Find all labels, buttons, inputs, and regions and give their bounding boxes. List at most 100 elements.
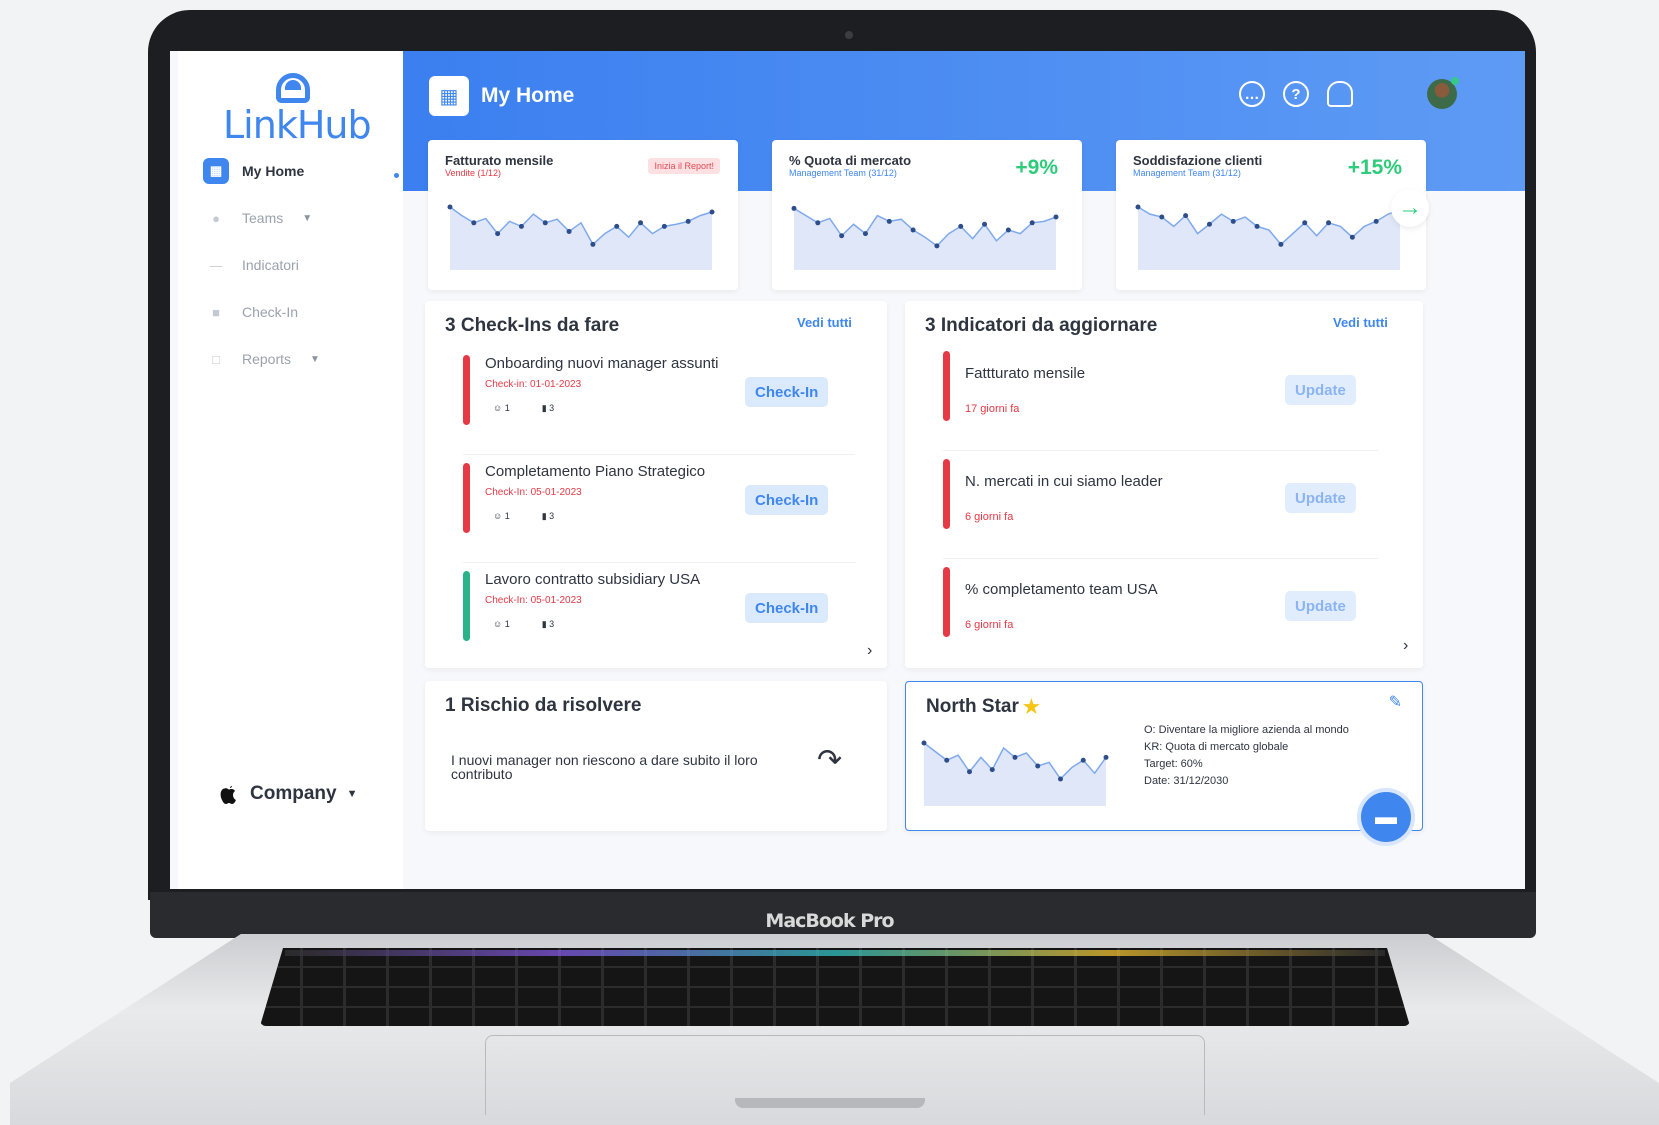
ns-objective: O: Diventare la migliore azienda al mond… (1144, 724, 1349, 736)
share-arrow-icon[interactable]: ↷ (817, 743, 842, 778)
sidebar-item-teams[interactable]: ● Teams ▼ (203, 203, 312, 233)
sparkline-point (685, 218, 691, 224)
update-button[interactable]: Update (1285, 483, 1356, 513)
sparkline-point (934, 243, 940, 249)
ns-date: Date: 31/12/2030 (1144, 775, 1229, 787)
kpi-title: Fatturato mensile (445, 153, 554, 168)
kpi-title: Soddisfazione clienti (1133, 153, 1263, 168)
check-in-button[interactable]: Check-In (745, 485, 829, 515)
kpi-subtitle: Management Team (31/12) (1133, 168, 1241, 178)
north-star-title: North Star (926, 696, 1019, 717)
comments-count: ▮ 3 (541, 511, 555, 521)
checkin-title: Lavoro contratto subsidiary USA (485, 571, 701, 588)
kpi-card-soddisfazione[interactable]: Soddisfazione clienti Management Team (3… (1116, 140, 1426, 290)
sidebar-item-indicatori[interactable]: — Indicatori (203, 250, 299, 280)
sidebar-item-label: Indicatori (242, 257, 299, 273)
update-button[interactable]: Update (1285, 591, 1356, 621)
bell-icon[interactable] (1327, 81, 1353, 107)
sparkline-point (839, 233, 845, 239)
sidebar: LinkHub ▦ My Home ● Teams ▼ — Indicatori… (178, 51, 403, 889)
indicator-title: Fattturato mensile (965, 365, 1086, 382)
kpi-card-fatturato[interactable]: Fatturato mensile Vendite (1/12) Inizia … (428, 140, 738, 290)
chevron-right-icon[interactable]: › (867, 642, 872, 660)
checkin-item: Completamento Piano Strategico Check-In:… (463, 463, 855, 563)
sparkline-point (1159, 214, 1165, 220)
sparkline-chart (447, 204, 715, 270)
sparkline-point (661, 223, 667, 229)
sidebar-item-check-in[interactable]: ■ Check-In (203, 297, 298, 327)
sparkline-point (1230, 218, 1236, 224)
company-switcher[interactable]: Company ▼ (216, 781, 357, 807)
panel-title: North Star ★ (926, 696, 1040, 719)
checkin-item: Onboarding nuovi manager assunti Check-i… (463, 355, 855, 455)
chat-icon[interactable]: … (1239, 81, 1265, 107)
sparkline-point (989, 767, 995, 773)
sidebar-item-my-home[interactable]: ▦ My Home (203, 156, 304, 186)
people-count: ☺ 1 (493, 619, 510, 629)
indicator-days: 17 giorni fa (965, 403, 1020, 415)
avatar[interactable] (1427, 77, 1459, 109)
see-all-link[interactable]: Vedi tutti (1333, 315, 1388, 330)
indicator-item: Fattturato mensile 17 giorni fa Update (943, 351, 1378, 451)
ns-target: Target: 60% (1144, 758, 1203, 770)
sparkline-point (1053, 214, 1059, 220)
sparkline-point (1278, 241, 1284, 247)
chat-widget-button[interactable]: ▬ (1357, 788, 1415, 846)
touch-bar (285, 950, 1385, 956)
risk-text: I nuovi manager non riescono a dare subi… (451, 752, 758, 782)
checkin-date: Check-In: 05-01-2023 (485, 487, 582, 498)
arrow-right-icon[interactable]: → (1391, 189, 1429, 227)
check-in-button[interactable]: Check-In (745, 593, 829, 623)
sparkline-point (967, 769, 972, 775)
chat-bubble-icon: ▬ (1375, 804, 1397, 829)
apple-icon (220, 786, 236, 804)
people-count: ☺ 1 (493, 511, 510, 521)
sparkline-area (794, 208, 1056, 270)
sidebar-item-label: Check-In (242, 304, 299, 320)
edit-icon[interactable]: ✎ (1389, 692, 1402, 712)
chart-icon: — (209, 257, 223, 273)
lid-notch (735, 1098, 925, 1108)
kpi-subtitle: Management Team (31/12) (789, 168, 897, 178)
sparkline-point (1012, 754, 1018, 760)
see-all-link[interactable]: Vedi tutti (797, 315, 852, 330)
checkin-meta: ☺ 1 ▮ 3 (493, 403, 554, 414)
chevron-right-icon[interactable]: › (1403, 637, 1408, 655)
sparkline-point (1103, 754, 1109, 760)
logo-text: LinkHub (223, 103, 372, 147)
star-icon: ★ (1022, 697, 1040, 718)
sparkline-point (1029, 220, 1035, 226)
indicator-title: N. mercati in cui siamo leader (965, 473, 1163, 490)
caret-down-icon: ▼ (346, 788, 358, 800)
kpi-card-quota[interactable]: % Quota di mercato Management Team (31/1… (772, 140, 1082, 290)
sparkline-point (1349, 234, 1355, 240)
users-icon: ● (212, 210, 220, 226)
page-title: My Home (481, 84, 575, 107)
sparkline-point (1254, 223, 1260, 229)
sparkline-point (495, 231, 501, 237)
status-bar (943, 351, 950, 421)
sparkline-point (910, 227, 916, 233)
company-label: Company (250, 783, 337, 804)
grid-icon[interactable]: ▦ (429, 76, 469, 116)
sparkline-point (566, 228, 572, 234)
checkin-meta: ☺ 1 ▮ 3 (493, 511, 554, 522)
indicator-days: 6 giorni fa (965, 511, 1014, 523)
sidebar-item-label: Teams (242, 210, 284, 226)
help-icon[interactable]: ? (1283, 81, 1309, 107)
sparkline-point (1005, 227, 1011, 233)
checkin-item: Lavoro contratto subsidiary USA Check-In… (463, 571, 855, 671)
sparkline-point (447, 204, 453, 210)
grid-icon: ▦ (203, 158, 229, 184)
sidebar-item-reports[interactable]: □ Reports ▼ (203, 344, 320, 374)
device-model-label: MacBook Pro (765, 910, 894, 932)
report-badge[interactable]: Inizia il Report! (648, 158, 720, 174)
check-in-button[interactable]: Check-In (745, 377, 829, 407)
checkin-meta: ☺ 1 ▮ 3 (493, 619, 554, 630)
update-button[interactable]: Update (1285, 375, 1356, 405)
sparkline-point (921, 740, 927, 746)
risk-panel: 1 Rischio da risolvere I nuovi manager n… (425, 681, 887, 831)
sparkline-area (1138, 206, 1400, 270)
people-count: ☺ 1 (493, 403, 510, 413)
sparkline-area (450, 206, 712, 270)
